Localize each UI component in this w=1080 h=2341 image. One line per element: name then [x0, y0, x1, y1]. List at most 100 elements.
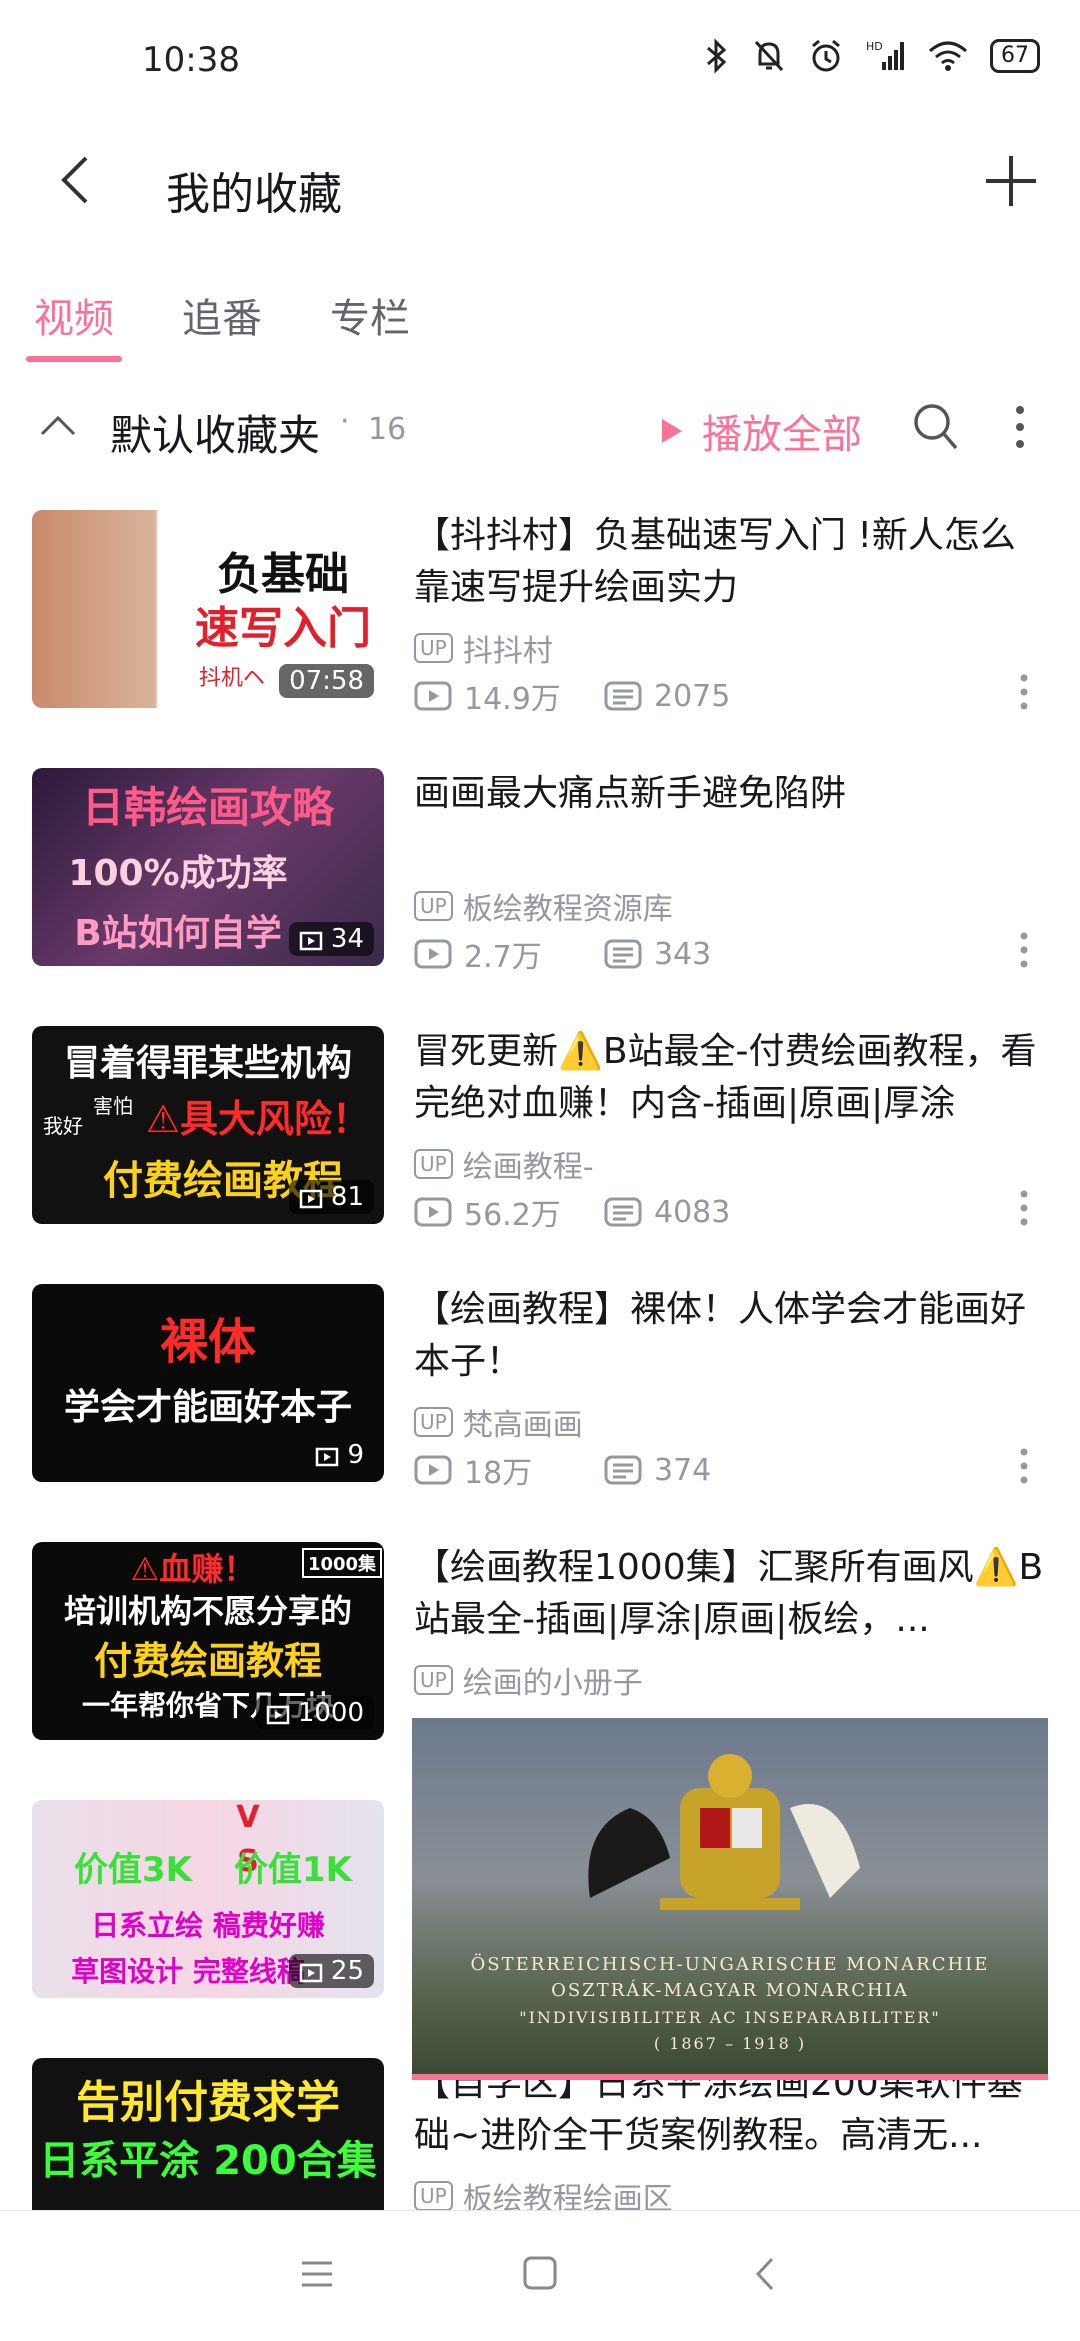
duration-badge: 07:58 [279, 664, 374, 698]
video-thumbnail[interactable]: 裸体 学会才能画好本子 9 [32, 1284, 384, 1482]
list-item[interactable]: 裸体 学会才能画好本子 9 【绘画教程】裸体！人体学会才能画好本子！ UP 梵高画… [0, 1284, 1080, 1544]
video-thumbnail[interactable]: 负基础 速写入门 抖机ヘ 07:58 [32, 510, 384, 708]
uploader[interactable]: UP 板绘教程绘画区 [414, 2174, 673, 2210]
video-thumbnail[interactable]: 告别付费求学 日系平涂 200合集 [32, 2058, 384, 2210]
back-icon[interactable] [752, 2255, 776, 2293]
up-icon: UP [414, 891, 453, 921]
playlist-icon [299, 1963, 323, 1983]
danmaku-icon [604, 681, 642, 711]
thumb-text: 日系平涂 200合集 [39, 2138, 377, 2184]
part-count-badge: 25 [288, 1954, 374, 1988]
separator-dot: · [340, 404, 350, 439]
tab-bar: 视频 追番 专栏 [0, 270, 1080, 366]
video-thumbnail[interactable]: 冒着得罪某些机构 ⚠具大风险！ 付费绘画教程 我好 害怕 81 [32, 1026, 384, 1224]
video-stats: 2.7万 343 [414, 932, 711, 976]
part-count: 9 [347, 1440, 364, 1470]
uploader[interactable]: UP 绘画的小册子 [414, 1658, 643, 1702]
up-icon: UP [414, 1407, 453, 1437]
more-vertical-icon[interactable] [1010, 402, 1030, 452]
coat-of-arms-emblem [588, 1754, 860, 1910]
clock: 10:38 [142, 40, 240, 80]
danmaku-count: 4083 [654, 1194, 731, 1230]
up-icon: UP [414, 1665, 453, 1695]
video-title[interactable]: 冒死更新⚠️B站最全-付费绘画教程，看完绝对血赚！内含-插画|原画|厚涂 [414, 1026, 1050, 1130]
view-count: 2.7万 [464, 940, 542, 975]
uploader[interactable]: UP 抖抖村 [414, 626, 553, 670]
back-arrow-icon[interactable] [56, 154, 96, 206]
folder-count: 16 [368, 412, 407, 447]
video-thumbnail[interactable]: V S 价值3K 价值1K 日系立绘 稿费好赚 草图设计 完整线稿 25 [32, 1800, 384, 1998]
view-count: 56.2万 [464, 1198, 561, 1233]
header: 我的收藏 [0, 120, 1080, 240]
playlist-icon [299, 931, 323, 951]
signal-icon: HD [866, 40, 904, 70]
list-item[interactable]: 冒着得罪某些机构 ⚠具大风险！ 付费绘画教程 我好 害怕 81 冒死更新⚠️B站… [0, 1026, 1080, 1286]
video-title[interactable]: 【抖抖村】负基础速写入门 !新人怎么靠速写提升绘画实力 [414, 510, 1050, 614]
list-item[interactable]: 负基础 速写入门 抖机ヘ 07:58 【抖抖村】负基础速写入门 !新人怎么靠速写… [0, 510, 1080, 770]
more-vertical-icon[interactable] [1014, 1188, 1034, 1228]
tab-bangumi[interactable]: 追番 [182, 286, 262, 344]
danmaku-count: 343 [654, 936, 712, 972]
folder-bar: 默认收藏夹 · 16 播放全部 [0, 380, 1080, 480]
alarm-icon [812, 39, 840, 72]
video-title[interactable]: 【绘画教程】裸体！人体学会才能画好本子！ [414, 1284, 1050, 1388]
part-count-badge: 81 [288, 1180, 374, 1214]
up-icon: UP [414, 633, 453, 663]
thumb-text: 冒着得罪某些机构 [63, 1043, 352, 1084]
tab-video[interactable]: 视频 [34, 286, 114, 344]
mute-bell-icon [754, 40, 784, 72]
folder-name[interactable]: 默认收藏夹 [110, 402, 320, 463]
list-item[interactable]: 日韩绘画攻略 100%成功率 B站如何自学 34 画画最大痛点新手避免陷阱 UP… [0, 768, 1080, 1028]
thumb-text: 告别付费求学 [76, 2077, 340, 2128]
video-stats: 14.9万 2075 [414, 674, 730, 718]
thumb-text: 速写入门 [195, 603, 371, 654]
thumb-text: 付费绘画教程 [93, 1639, 322, 1683]
menu-icon[interactable] [300, 2259, 334, 2289]
thumb-text: V [236, 1800, 260, 1835]
overlay-text: ÖSTERREICHISCH-UNGARISCHE MONARCHIE [470, 1954, 990, 1975]
uploader-name: 梵高画画 [462, 1408, 583, 1443]
thumb-text: 培训机构不愿分享的 [63, 1592, 352, 1630]
system-navigation-bar [0, 2210, 1080, 2341]
more-vertical-icon[interactable] [1014, 672, 1034, 712]
more-vertical-icon[interactable] [1014, 1446, 1034, 1486]
thumb-text: 日韩绘画攻略 [81, 783, 334, 832]
part-count: 34 [330, 924, 364, 954]
search-icon[interactable] [912, 402, 960, 452]
danmaku-count: 2075 [654, 678, 731, 714]
danmaku-icon [604, 939, 642, 969]
play-all-button[interactable]: 播放全部 [660, 402, 862, 460]
mini-player[interactable]: ÖSTERREICHISCH-UNGARISCHE MONARCHIE OSZT… [412, 1718, 1048, 2080]
status-icons: HD 67 [704, 38, 1040, 74]
video-title[interactable]: 【绘画教程1000集】汇聚所有画风⚠️B站最全-插画|厚涂|原画|板绘，... [414, 1542, 1050, 1646]
add-icon[interactable] [982, 152, 1040, 210]
views-icon [414, 1197, 452, 1227]
playlist-icon [266, 1705, 290, 1725]
video-title[interactable]: 画画最大痛点新手避免陷阱 [414, 768, 1050, 872]
thumb-text: 日系立绘 稿费好赚 [91, 1909, 325, 1942]
thumb-text: 裸体 [159, 1314, 256, 1370]
video-thumbnail[interactable]: 日韩绘画攻略 100%成功率 B站如何自学 34 [32, 768, 384, 966]
page-title: 我的收藏 [166, 169, 342, 220]
svg-text:HD: HD [866, 40, 883, 53]
uploader-name: 板绘教程绘画区 [462, 2182, 673, 2210]
collapse-caret-icon[interactable] [38, 410, 78, 440]
playlist-icon [316, 1447, 339, 1467]
part-count: 81 [330, 1182, 364, 1212]
danmaku-icon [604, 1197, 642, 1227]
part-count: 25 [330, 1956, 364, 1986]
views-icon [414, 939, 452, 969]
more-vertical-icon[interactable] [1014, 930, 1034, 970]
video-thumbnail[interactable]: ⚠血赚！ 1000集 培训机构不愿分享的 付费绘画教程 一年帮你省下几万块 10… [32, 1542, 384, 1740]
wifi-icon [929, 41, 967, 71]
tab-column[interactable]: 专栏 [330, 286, 410, 344]
video-stats: 56.2万 4083 [414, 1190, 730, 1234]
uploader[interactable]: UP 梵高画画 [414, 1400, 583, 1444]
home-icon[interactable] [522, 2255, 558, 2291]
list-item[interactable]: 告别付费求学 日系平涂 200合集 【自学区】日系平涂绘画200集软件基础~进阶… [0, 2058, 1080, 2210]
uploader[interactable]: UP 绘画教程- [414, 1142, 594, 1186]
play-all-label: 播放全部 [702, 412, 862, 458]
views-icon [414, 681, 452, 711]
uploader[interactable]: UP 板绘教程资源库 [414, 884, 673, 928]
uploader-name: 绘画的小册子 [462, 1666, 643, 1701]
